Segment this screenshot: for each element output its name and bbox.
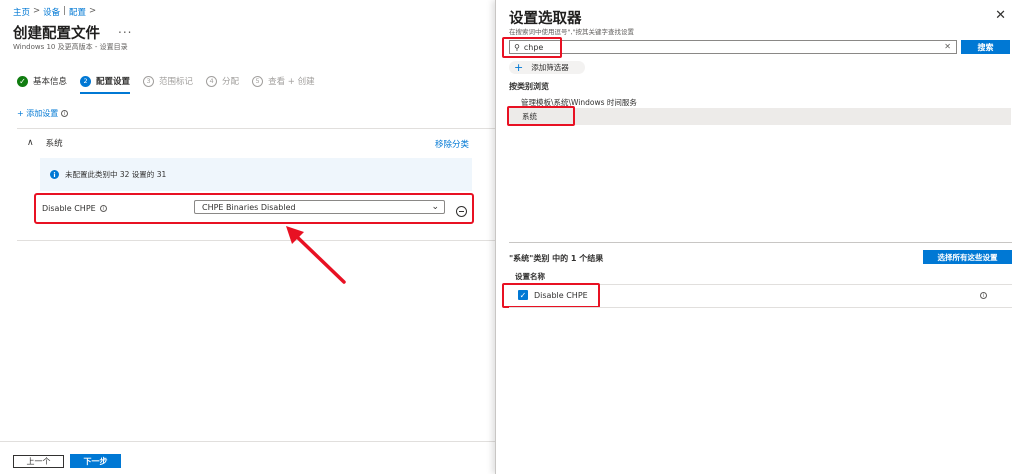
create-profile-page: 主页 > 设备 | 配置 > 创建配置文件 ... Windows 10 及更高… xyxy=(0,0,495,474)
breadcrumb-home[interactable]: 主页 xyxy=(13,6,30,18)
breadcrumb-config[interactable]: 配置 xyxy=(69,6,86,18)
next-button[interactable]: 下一步 xyxy=(70,454,121,468)
setting-value-dropdown[interactable]: CHPE Binaries Disabled ⌄ xyxy=(194,200,445,214)
info-icon[interactable]: i xyxy=(99,205,107,212)
step-number: 5 xyxy=(252,75,264,87)
step-number: 2 xyxy=(80,75,92,87)
divider xyxy=(17,240,495,241)
step-review-create[interactable]: 5 查看 + 创建 xyxy=(252,74,315,88)
check-icon: ✓ xyxy=(17,75,28,87)
remove-category-link[interactable]: 移除分类 xyxy=(435,138,469,150)
step-configuration-settings[interactable]: 2 配置设置 xyxy=(80,74,131,94)
settings-picker-panel: 设置选取器 ✕ 在搜索词中使用逗号","按其关键字查找设置 ⚲ chpe ✕ 搜… xyxy=(495,0,1024,474)
breadcrumb-separator: > xyxy=(89,6,97,16)
info-banner: i 未配置此类别中 32 设置的 31 xyxy=(40,158,472,191)
panel-title: 设置选取器 xyxy=(509,11,582,27)
divider xyxy=(509,242,1012,243)
add-setting-label: + 添加设置 xyxy=(17,109,59,118)
step-label: 查看 + 创建 xyxy=(268,77,315,87)
breadcrumb-separator: | xyxy=(63,6,67,16)
previous-button[interactable]: 上一个 xyxy=(13,455,64,468)
red-highlight-box xyxy=(502,283,600,308)
red-highlight-box xyxy=(507,106,575,126)
step-number: 3 xyxy=(143,75,155,87)
panel-hint: 在搜索词中使用逗号","按其关键字查找设置 xyxy=(509,28,635,36)
results-count-label: "系统"类别 中的 1 个结果 xyxy=(509,254,604,263)
step-scope-tags[interactable]: 3 范围标记 xyxy=(143,74,193,88)
plus-icon: + xyxy=(514,61,524,74)
section-header-system[interactable]: ∧ 系统 xyxy=(27,137,63,149)
red-highlight-box xyxy=(502,37,562,58)
breadcrumb: 主页 > 设备 | 配置 > xyxy=(13,6,96,18)
column-header-setting-name: 设置名称 xyxy=(515,272,545,281)
more-options-button[interactable]: ... xyxy=(118,22,132,36)
breadcrumb-devices[interactable]: 设备 xyxy=(43,6,60,18)
step-number: 4 xyxy=(206,75,218,87)
chevron-up-icon[interactable]: ∧ xyxy=(27,138,34,148)
search-button[interactable]: 搜索 xyxy=(961,40,1010,54)
setting-label: Disable CHPE i xyxy=(42,204,107,213)
search-input[interactable]: ⚲ chpe ✕ xyxy=(509,40,957,54)
add-setting-link[interactable]: + 添加设置 i xyxy=(17,108,69,119)
select-all-button[interactable]: 选择所有这些设置 xyxy=(923,250,1012,264)
page-title: 创建配置文件 xyxy=(13,26,100,42)
divider xyxy=(17,128,495,129)
dropdown-selected-value: CHPE Binaries Disabled xyxy=(202,202,296,212)
wizard-steps: ✓ 基本信息 2 配置设置 3 范围标记 4 分配 5 查看 + 创建 xyxy=(17,74,328,94)
category-item-selected[interactable]: 系统 xyxy=(509,108,1011,125)
footer-divider xyxy=(0,441,495,442)
step-label: 配置设置 xyxy=(96,77,131,87)
chevron-down-icon: ⌄ xyxy=(431,202,439,212)
clear-search-icon[interactable]: ✕ xyxy=(944,42,951,51)
step-label: 范围标记 xyxy=(159,77,194,87)
setting-label-text: Disable CHPE xyxy=(42,204,96,213)
setting-row-disable-chpe: Disable CHPE i CHPE Binaries Disabled ⌄ xyxy=(34,193,474,224)
info-icon[interactable]: i xyxy=(61,110,69,117)
page-subtitle: Windows 10 及更高版本 - 设置目录 xyxy=(13,43,128,51)
add-filter-label: 添加筛选器 xyxy=(531,63,569,72)
step-label: 分配 xyxy=(222,77,240,87)
add-filter-button[interactable]: + 添加筛选器 xyxy=(509,61,585,74)
info-icon: i xyxy=(50,170,59,179)
remove-setting-icon[interactable] xyxy=(456,206,467,217)
step-basics[interactable]: ✓ 基本信息 xyxy=(17,74,67,88)
browse-by-category-label: 按类别浏览 xyxy=(509,82,549,91)
breadcrumb-separator: > xyxy=(33,6,41,16)
divider xyxy=(509,307,1012,308)
section-title: 系统 xyxy=(45,139,63,149)
step-label: 基本信息 xyxy=(33,77,68,87)
info-banner-text: 未配置此类别中 32 设置的 31 xyxy=(65,170,167,179)
close-icon[interactable]: ✕ xyxy=(995,8,1006,23)
red-arrow-annotation xyxy=(286,226,346,284)
info-icon[interactable]: i xyxy=(980,292,987,299)
step-assignments[interactable]: 4 分配 xyxy=(206,74,239,88)
